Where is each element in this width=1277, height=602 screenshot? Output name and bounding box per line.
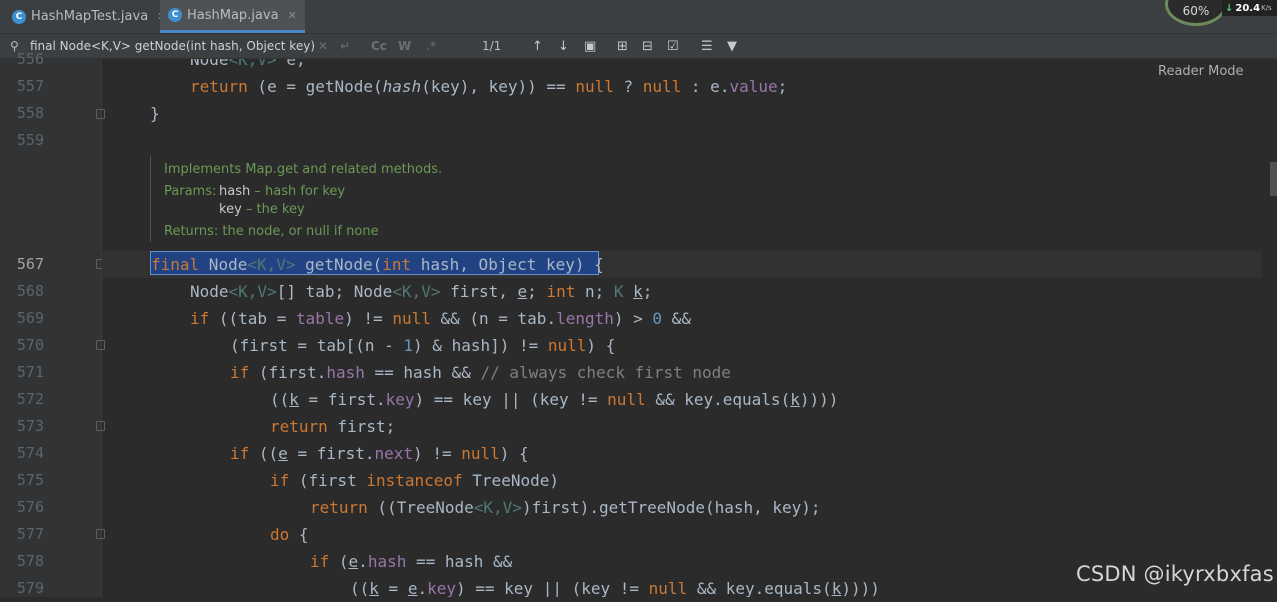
scrollbar-thumb[interactable]	[1270, 162, 1277, 196]
code-line: if ((tab = table) != null && (n = tab.le…	[190, 309, 691, 328]
line-number: 557	[16, 77, 44, 95]
code-line: return first;	[270, 417, 396, 436]
regex-toggle[interactable]: .*	[426, 34, 436, 58]
add-occurrence-icon[interactable]: ⊞	[617, 34, 628, 58]
code-line: }	[150, 104, 160, 123]
line-number: 558	[16, 104, 44, 122]
previous-occurrence-button[interactable]: ↑	[532, 34, 543, 58]
code-line: ((k = first.key) == key || (key != null …	[270, 390, 839, 409]
code-line: Node<K,V>[] tab; Node<K,V> first, e; int…	[190, 282, 653, 301]
tab-label: HashMapTest.java	[31, 9, 149, 24]
line-number: 556	[16, 50, 44, 68]
close-icon[interactable]: ✕	[288, 9, 297, 22]
performance-gauge: 60%	[1165, 0, 1227, 26]
select-all-icon[interactable]: ☑	[667, 34, 679, 58]
find-bar: ⚲ final Node<K,V> getNode(int hash, Obje…	[0, 34, 1277, 59]
line-number: 570	[16, 336, 44, 354]
download-arrow-icon: ↓	[1225, 2, 1234, 14]
code-editor[interactable]: Node<K,V> e; return (e = getNode(hash(ke…	[102, 59, 1262, 597]
filter-icon[interactable]: ▼	[727, 34, 737, 58]
net-speed-value: 20.4	[1235, 2, 1261, 14]
line-number-gutter: 556 557 558 559 567 568 569 570 571 572 …	[0, 50, 105, 597]
watermark: CSDN @ikyrxbxfas	[1076, 562, 1274, 586]
line-number: 574	[16, 444, 44, 462]
code-line: do {	[270, 525, 309, 544]
code-line: (first = tab[(n - 1) & hash]) != null) {	[230, 336, 616, 355]
words-toggle[interactable]: W	[398, 34, 411, 58]
align-icon[interactable]: ☰	[701, 34, 713, 58]
tab-hashmaptest[interactable]: C HashMapTest.java ✕	[12, 0, 166, 33]
line-number: 576	[16, 498, 44, 516]
code-line: return (e = getNode(hash(key), key)) == …	[190, 77, 788, 96]
match-count: 1/1	[482, 39, 502, 53]
reader-mode-toggle[interactable]: Reader Mode	[1158, 64, 1244, 79]
history-icon[interactable]: ↵	[340, 34, 350, 58]
line-number: 571	[16, 363, 44, 381]
editor-tab-bar: C HashMapTest.java ✕ C HashMap.java ✕ 60…	[0, 0, 1277, 34]
line-number: 575	[16, 471, 44, 489]
line-number: 577	[16, 525, 44, 543]
code-line: ((k = e.key) == key || (key != null && k…	[350, 579, 880, 597]
match-case-toggle[interactable]: Cc	[371, 34, 387, 58]
line-number: 567	[16, 255, 44, 273]
line-number: 578	[16, 552, 44, 570]
code-line: Node<K,V> e;	[190, 59, 306, 69]
java-class-icon: C	[168, 8, 182, 22]
line-number: 572	[16, 390, 44, 408]
line-number: 569	[16, 309, 44, 327]
line-number: 568	[16, 282, 44, 300]
code-line: return ((TreeNode<K,V>)first).getTreeNod…	[310, 498, 821, 517]
code-line: final Node<K,V> getNode(int hash, Object…	[151, 255, 604, 274]
line-number: 559	[16, 131, 44, 149]
java-class-icon: C	[12, 9, 26, 24]
clear-icon[interactable]: ✕	[318, 34, 328, 58]
tab-label: HashMap.java	[187, 7, 279, 23]
network-speed: ↓ 20.4 K/s	[1222, 0, 1277, 16]
line-number: 573	[16, 417, 44, 435]
vertical-scrollbar[interactable]	[1262, 59, 1277, 597]
line-number: 579	[16, 579, 44, 597]
next-occurrence-button[interactable]: ↓	[558, 34, 569, 58]
code-line: if ((e = first.next) != null) {	[230, 444, 529, 463]
tab-hashmap[interactable]: C HashMap.java ✕	[160, 0, 305, 33]
net-speed-unit: K/s	[1261, 4, 1272, 12]
remove-occurrence-icon[interactable]: ⊟	[642, 34, 653, 58]
code-line: if (first.hash == hash && // always chec…	[230, 363, 731, 382]
code-line: if (first instanceof TreeNode)	[270, 471, 559, 490]
search-input[interactable]: final Node<K,V> getNode(int hash, Object…	[30, 34, 315, 58]
code-line: if (e.hash == hash &&	[310, 552, 513, 571]
select-all-occurrences-icon[interactable]: ▣	[584, 34, 596, 58]
